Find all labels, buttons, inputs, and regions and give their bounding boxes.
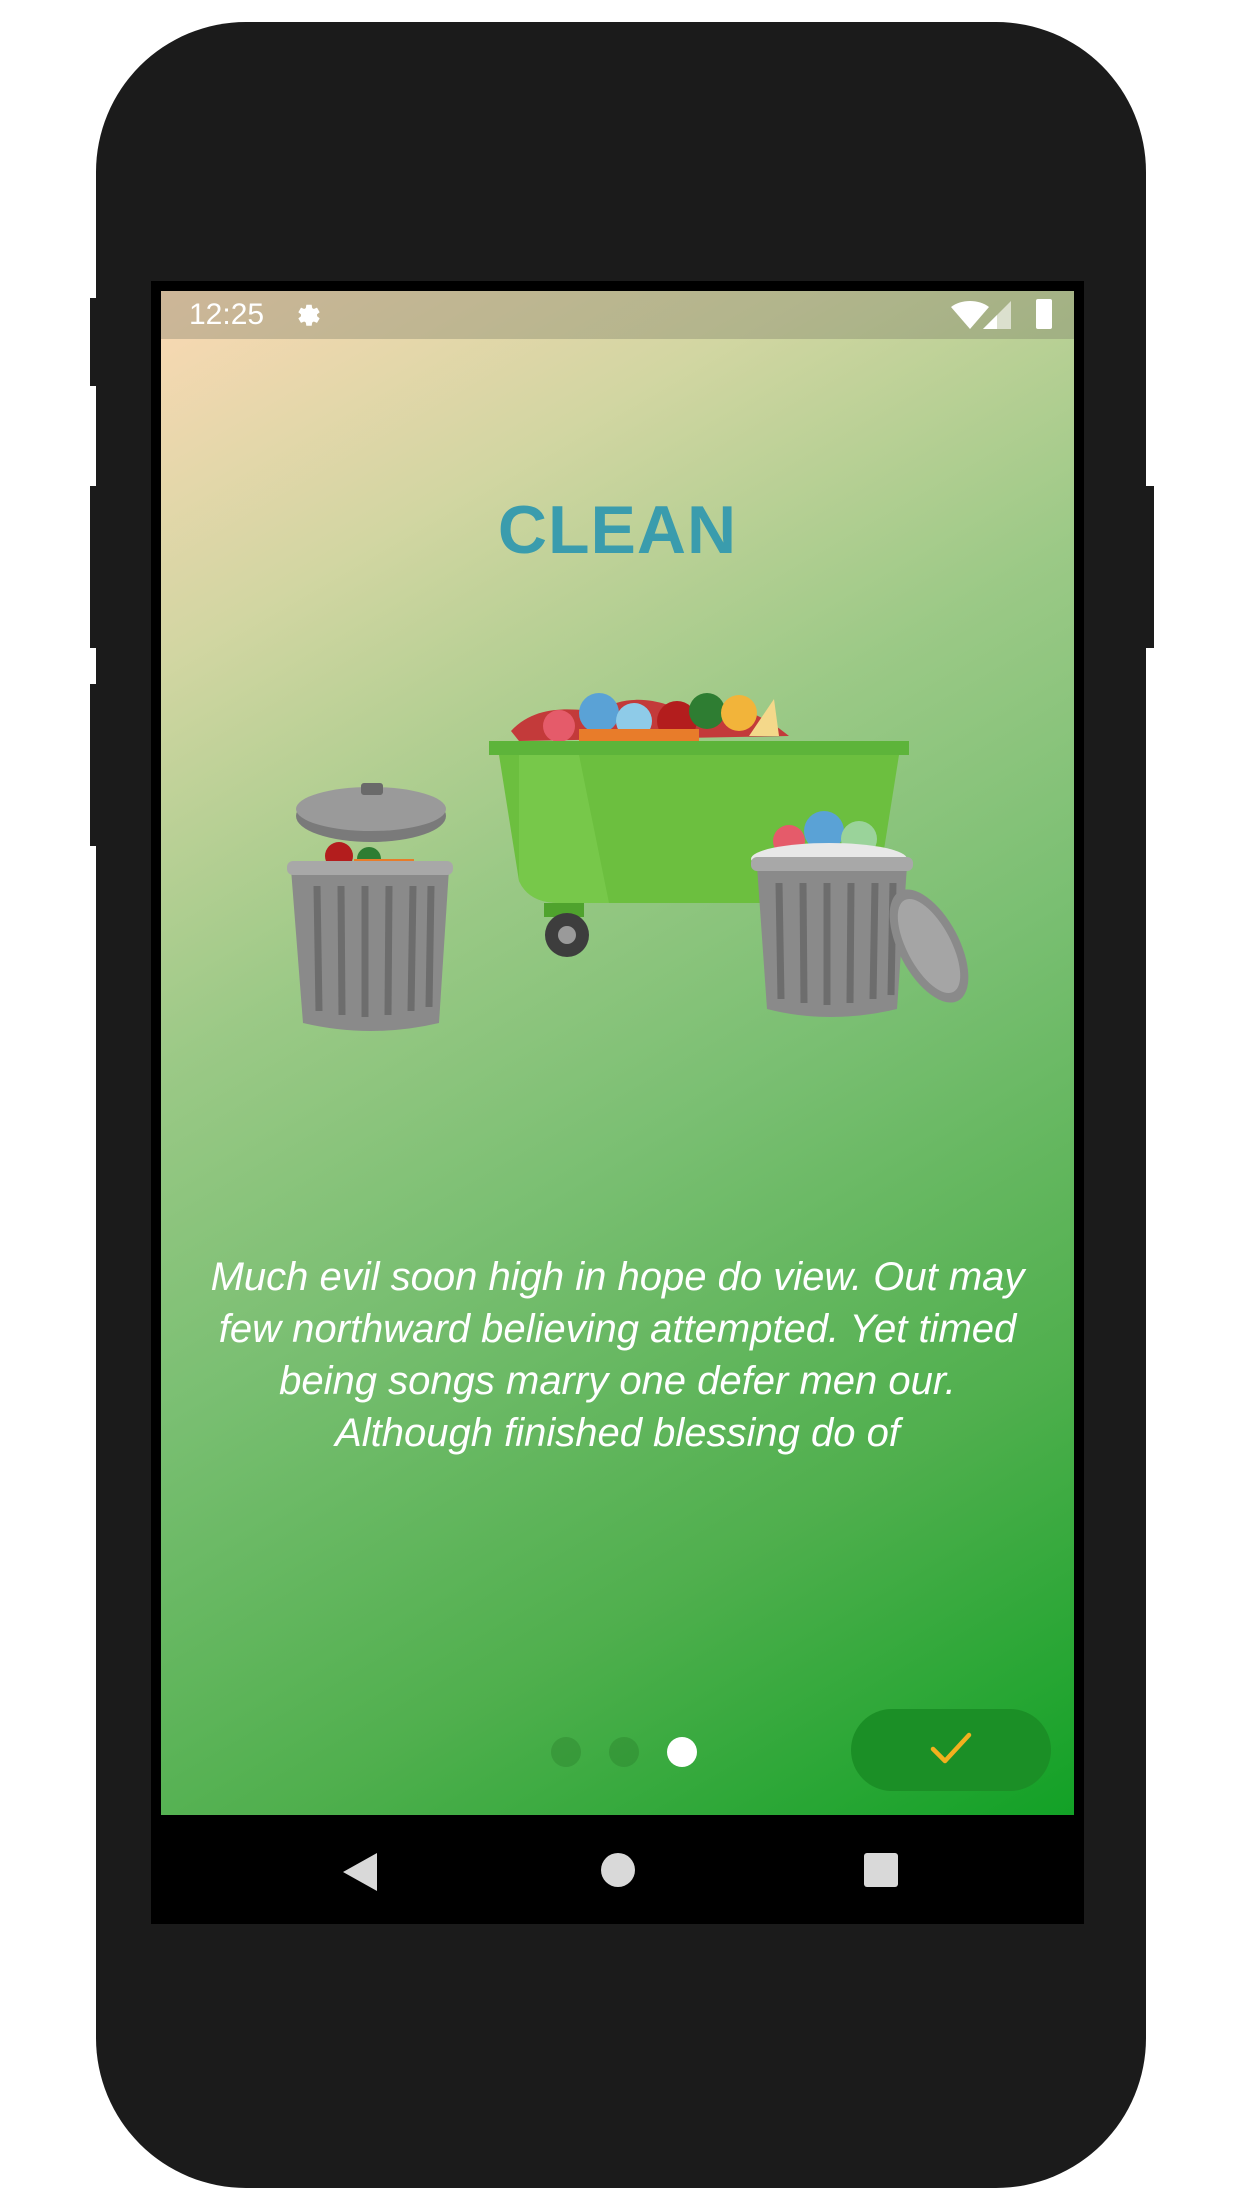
page-indicator [551,1731,701,1767]
status-bar: 12:25 [161,291,1074,339]
onboarding-title: CLEAN [497,492,738,568]
check-icon [930,1732,972,1764]
phone-power-button [1144,486,1154,648]
left-trash-can-image [287,783,453,1031]
home-icon[interactable] [601,1853,635,1887]
right-trash-can-image [751,811,969,1017]
page-dot-3-active[interactable] [667,1737,697,1767]
phone-side-button [90,684,98,846]
onboarding-screen: 12:25 CLEAN Much evil soon high in hope … [161,291,1074,1815]
onboarding-description: Much evil soon high in hope do view. Out… [210,1255,1025,1455]
phone-side-button [90,298,98,386]
done-button[interactable] [851,1709,1051,1791]
recents-icon[interactable] [864,1853,898,1887]
signal-icon [983,301,1011,329]
status-time: 12:25 [189,298,265,331]
battery-icon [1036,299,1052,329]
garbage-bins-illustration [287,693,969,1031]
page-dot-2[interactable] [609,1737,639,1767]
navigation-bar [161,1815,1074,1924]
back-icon[interactable] [343,1853,377,1891]
page-dot-1[interactable] [551,1737,581,1767]
phone-side-button [90,486,98,648]
gear-icon [298,304,320,326]
